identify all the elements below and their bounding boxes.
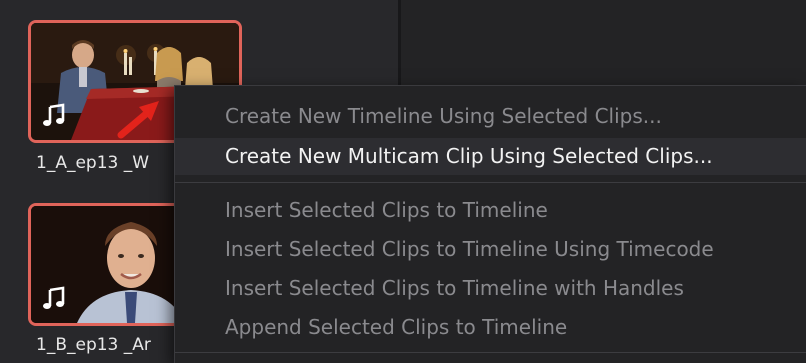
music-note-icon (43, 286, 65, 309)
menu-item-create-new-timeline[interactable]: Create New Timeline Using Selected Clips… (175, 98, 806, 135)
clip-name-b: 1_B_ep13 _Ar (36, 335, 151, 355)
menu-item-insert-with-handles[interactable]: Insert Selected Clips to Timeline with H… (175, 270, 806, 307)
clip-name-a: 1_A_ep13 _W (36, 153, 150, 173)
app-window: 1_A_ep13 _W 1_B_ep13 _Ar Create New Time… (0, 0, 806, 363)
context-menu: Create New Timeline Using Selected Clips… (174, 85, 806, 363)
menu-item-insert-using-timecode[interactable]: Insert Selected Clips to Timeline Using … (175, 231, 806, 268)
menu-item-insert-selected-clips[interactable]: Insert Selected Clips to Timeline (175, 192, 806, 229)
menu-item-create-new-multicam-clip[interactable]: Create New Multicam Clip Using Selected … (175, 138, 806, 175)
menu-item-append-selected-clips[interactable]: Append Selected Clips to Timeline (175, 309, 806, 346)
menu-separator (175, 182, 806, 183)
music-note-icon (43, 103, 65, 126)
menu-separator (175, 352, 806, 353)
